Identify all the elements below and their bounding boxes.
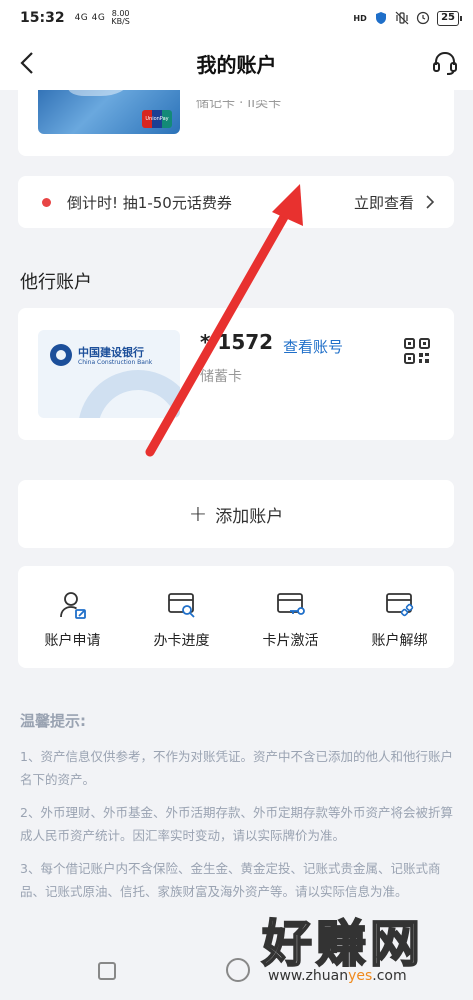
bank-name: 中国建设银行 [78, 346, 144, 359]
add-account-button[interactable]: + 添加账户 [18, 480, 454, 548]
header: 我的账户 [0, 36, 473, 90]
action-label: 账户解绑 [371, 633, 428, 649]
tips-section: 温馨提示: 1、资产信息仅供参考，不作为对账凭证。资产中不含已添加的他人和他行账… [20, 710, 456, 913]
promo-banner[interactable]: 倒计时! 抽1-50元话费券 立即查看 [18, 176, 454, 228]
bank-card-image: 中国建设银行 China Construction Bank [38, 330, 180, 418]
vibrate-icon [395, 11, 409, 25]
site-watermark: 好赚网 www.zhuanyes.com [261, 904, 424, 984]
card-number: * 1572 [200, 330, 274, 354]
own-account-card[interactable]: UnionPay 储记卡 · II类卡 [18, 90, 454, 156]
user-edit-icon [59, 592, 86, 619]
action-account-unbind[interactable]: 账户解绑 [345, 566, 454, 668]
status-time: 15:32 [20, 10, 65, 26]
action-card-activate[interactable]: 卡片激活 [236, 566, 345, 668]
card-type-label: 储记卡 · II类卡 [196, 96, 282, 111]
bank-name-en: China Construction Bank [78, 359, 153, 366]
watermark-text: 好赚网 [261, 914, 424, 974]
hd-icon: HD [353, 13, 367, 23]
unionpay-logo: UnionPay [142, 110, 172, 128]
world-map-graphic [68, 90, 128, 96]
chevron-right-icon [426, 195, 435, 209]
page-title: 我的账户 [196, 52, 277, 77]
action-card-progress[interactable]: 办卡进度 [127, 566, 236, 668]
card-arc-graphic [78, 370, 180, 418]
promo-dot-icon [42, 197, 51, 207]
plus-icon: + [188, 501, 208, 527]
other-bank-account-card[interactable]: 中国建设银行 China Construction Bank * 1572 查看… [18, 308, 454, 440]
card-image: UnionPay [38, 90, 180, 134]
action-label: 办卡进度 [153, 633, 210, 649]
view-account-link[interactable]: 查看账号 [283, 336, 343, 357]
signal-indicator: 4G 4G [74, 13, 106, 23]
watermark-url-highlight: yes [348, 968, 373, 984]
recents-button[interactable] [98, 962, 116, 980]
tip-item: 2、外币理财、外币基金、外币活期存款、外币定期存款等外币资产将会被折算成人民币资… [20, 805, 453, 843]
alarm-icon [416, 11, 430, 25]
promo-text: 倒计时! 抽1-50元话费券 [67, 193, 232, 212]
section-title-other-banks: 他行账户 [20, 272, 92, 293]
customer-service-button[interactable] [431, 49, 459, 77]
tip-item: 1、资产信息仅供参考，不作为对账凭证。资产中不含已添加的他人和他行账户名下的资产… [20, 749, 453, 787]
add-account-label: 添加账户 [215, 506, 284, 527]
promo-view-link[interactable]: 立即查看 [354, 192, 414, 213]
status-icons: HD 25 [353, 10, 462, 26]
card-key-icon [276, 593, 305, 615]
home-button[interactable] [226, 958, 250, 982]
qr-code-icon[interactable] [404, 338, 430, 364]
ccb-logo-icon [50, 344, 72, 366]
card-unlink-icon [385, 593, 413, 617]
action-account-apply[interactable]: 账户申请 [18, 566, 127, 668]
card-search-icon [167, 593, 195, 618]
action-label: 账户申请 [44, 633, 101, 649]
tip-item: 3、每个借记账户内不含保险、金生金、黄金定投、记账式贵金属、记账式商品、记账式原… [20, 861, 441, 899]
network-speed: 8.00 KB/S [111, 10, 130, 26]
account-actions: 账户申请 办卡进度 卡片激活 账户解绑 [18, 566, 454, 668]
status-bar: 15:32 4G 4G 8.00 KB/S HD 25 [0, 0, 473, 36]
headset-icon [433, 51, 457, 75]
tips-title: 温馨提示: [20, 712, 86, 730]
shield-icon [374, 11, 388, 25]
back-arrow-icon [20, 52, 33, 74]
action-label: 卡片激活 [262, 633, 319, 649]
network-speed-unit: KB/S [111, 17, 130, 26]
back-button[interactable] [14, 49, 42, 77]
watermark-url-suffix: .com [372, 968, 407, 984]
watermark-url-prefix: www.zhuan [268, 968, 349, 984]
watermark-url: www.zhuanyes.com [268, 968, 407, 984]
battery-indicator: 25 [437, 10, 462, 26]
card-type: 储蓄卡 [200, 369, 242, 385]
